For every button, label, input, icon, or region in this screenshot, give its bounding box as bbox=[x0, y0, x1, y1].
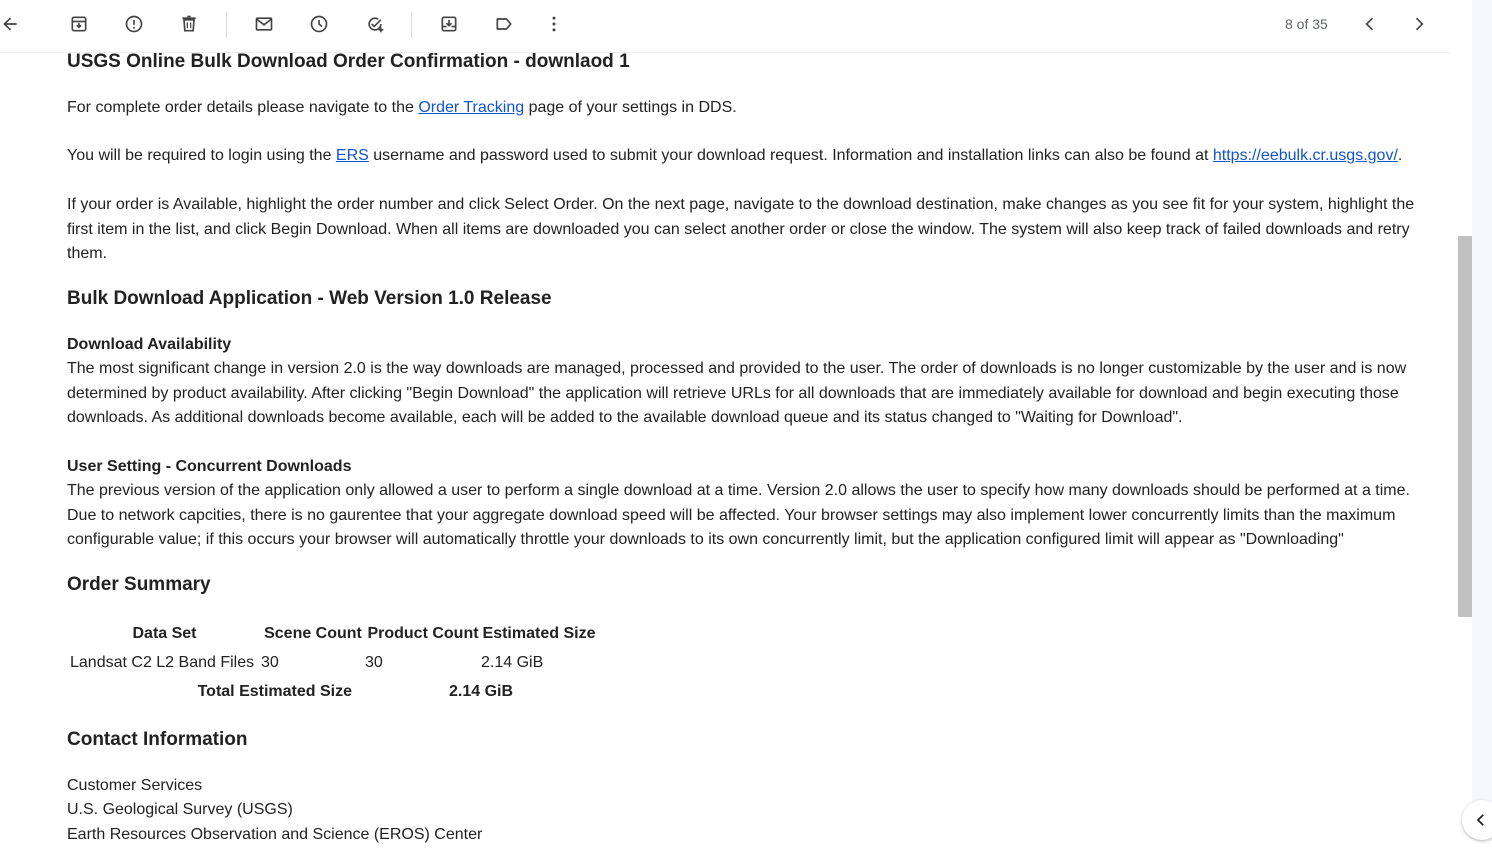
scrollbar-thumb[interactable] bbox=[1458, 236, 1472, 617]
table-row: Landsat C2 L2 Band Files 30 30 2.14 GiB bbox=[68, 649, 597, 678]
header-product-count: Product Count bbox=[367, 625, 479, 643]
report-spam-icon[interactable] bbox=[116, 6, 152, 42]
back-arrow-icon[interactable] bbox=[0, 6, 28, 42]
more-icon[interactable] bbox=[536, 6, 572, 42]
cell-data-set: Landsat C2 L2 Band Files bbox=[70, 654, 255, 672]
older-icon[interactable] bbox=[1352, 6, 1388, 42]
text: For complete order details please naviga… bbox=[67, 99, 419, 116]
order-summary-heading: Order Summary bbox=[67, 574, 211, 595]
header-estimated-size: Estimated Size bbox=[482, 625, 596, 643]
contact-line: Earth Resources Observation and Science … bbox=[67, 826, 483, 843]
text: You will be required to login using the bbox=[67, 147, 336, 164]
ers-link[interactable]: ERS bbox=[336, 147, 369, 164]
contact-heading: Contact Information bbox=[67, 729, 248, 750]
delete-icon[interactable] bbox=[171, 6, 207, 42]
total-value: 2.14 GiB bbox=[448, 683, 514, 701]
contact-line: U.S. Geological Survey (USGS) bbox=[67, 801, 293, 818]
download-availability-paragraph: The most significant change in version 2… bbox=[67, 360, 1407, 426]
toolbar-divider bbox=[226, 12, 227, 38]
archive-icon[interactable] bbox=[61, 6, 97, 42]
message-toolbar: 8 of 35 bbox=[0, 0, 1450, 53]
chevron-left-icon bbox=[1476, 814, 1484, 826]
cell-estimated-size: 2.14 GiB bbox=[481, 654, 544, 672]
header-scene-count: Scene Count bbox=[264, 625, 362, 643]
concurrent-downloads-heading: User Setting - Concurrent Downloads bbox=[67, 458, 352, 475]
pager-count: 8 of 35 bbox=[1285, 16, 1328, 32]
newer-icon[interactable] bbox=[1401, 6, 1437, 42]
text: username and password used to submit you… bbox=[368, 147, 1213, 164]
mark-unread-icon[interactable] bbox=[246, 6, 282, 42]
snooze-icon[interactable] bbox=[301, 6, 337, 42]
instructions-paragraph: If your order is Available, highlight th… bbox=[67, 196, 1415, 262]
eebulk-link[interactable]: https://eebulk.cr.usgs.gov/ bbox=[1213, 147, 1398, 164]
cell-scene-count: 30 bbox=[261, 654, 279, 672]
header-data-set: Data Set bbox=[132, 625, 197, 643]
contact-line: Customer Services bbox=[67, 777, 203, 794]
add-to-tasks-icon[interactable] bbox=[357, 6, 393, 42]
table-total-row: Total Estimated Size 2.14 GiB bbox=[68, 678, 597, 707]
text: . bbox=[1397, 147, 1403, 164]
email-title: USGS Online Bulk Download Order Confirma… bbox=[67, 51, 630, 72]
move-to-icon[interactable] bbox=[431, 6, 467, 42]
table-header-row: Data Set Scene Count Product Count Estim… bbox=[68, 620, 597, 649]
order-tracking-link[interactable]: Order Tracking bbox=[418, 99, 524, 116]
labels-icon[interactable] bbox=[486, 6, 522, 42]
login-paragraph: You will be required to login using the … bbox=[67, 144, 1435, 169]
download-availability-heading: Download Availability bbox=[67, 336, 232, 353]
side-panel-strip bbox=[1472, 0, 1492, 839]
cell-product-count: 30 bbox=[365, 654, 383, 672]
toolbar-divider bbox=[411, 12, 412, 38]
order-details-paragraph: For complete order details please naviga… bbox=[67, 96, 1435, 121]
bulk-download-heading: Bulk Download Application - Web Version … bbox=[67, 288, 552, 309]
text: page of your settings in DDS. bbox=[524, 99, 737, 116]
order-summary-table: Data Set Scene Count Product Count Estim… bbox=[68, 620, 597, 707]
total-label: Total Estimated Size bbox=[197, 683, 352, 701]
concurrent-downloads-paragraph: The previous version of the application … bbox=[67, 482, 1410, 548]
